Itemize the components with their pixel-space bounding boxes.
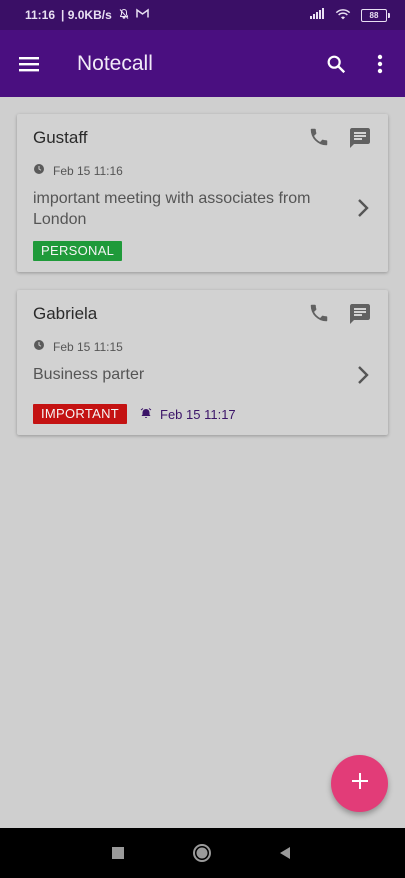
card-actions xyxy=(308,302,372,331)
chevron-right-icon[interactable] xyxy=(356,365,370,390)
status-bar: 11:16 | 9.0KB/s 88 xyxy=(0,0,405,30)
note-time: Feb 15 11:16 xyxy=(53,163,123,178)
note-card[interactable]: Gabriela Feb 15 11:15 Business parter IM… xyxy=(17,290,388,435)
search-icon[interactable] xyxy=(323,51,349,77)
category-tag: PERSONAL xyxy=(33,241,123,261)
gmail-icon xyxy=(136,8,149,22)
status-right: 88 xyxy=(310,8,390,23)
app-title: Notecall xyxy=(77,51,153,75)
reminder-time: Feb 15 11:17 xyxy=(160,406,236,422)
back-triangle-icon[interactable] xyxy=(275,843,295,863)
note-text: Business parter xyxy=(33,366,145,383)
reminder: Feb 15 11:17 xyxy=(140,404,236,424)
chevron-right-icon[interactable] xyxy=(356,198,370,223)
contact-name: Gustaff xyxy=(33,128,88,147)
app-bar: Notecall xyxy=(0,30,405,97)
status-time: 11:16 xyxy=(25,8,56,22)
note-text: important meeting with associates from L… xyxy=(33,190,311,228)
phone-icon[interactable] xyxy=(308,302,330,331)
message-icon[interactable] xyxy=(348,302,372,331)
status-speed: | 9.0KB/s xyxy=(61,8,112,22)
phone-icon[interactable] xyxy=(308,126,330,155)
alarm-icon xyxy=(140,407,152,422)
system-nav-bar xyxy=(0,828,405,878)
clock-icon xyxy=(33,339,45,354)
card-actions xyxy=(308,126,372,155)
note-timestamp: Feb 15 11:15 xyxy=(33,339,123,354)
message-icon[interactable] xyxy=(348,126,372,155)
contact-name: Gabriela xyxy=(33,304,98,323)
status-left: 11:16 | 9.0KB/s xyxy=(25,8,149,23)
bell-off-icon xyxy=(118,8,130,23)
battery-icon: 88 xyxy=(361,8,390,22)
plus-icon xyxy=(351,772,369,795)
note-time: Feb 15 11:15 xyxy=(53,339,123,354)
wifi-icon xyxy=(335,8,351,23)
clock-icon xyxy=(33,163,45,178)
note-card[interactable]: Gustaff Feb 15 11:16 important meeting w… xyxy=(17,114,388,272)
home-circle-icon[interactable] xyxy=(192,843,212,863)
more-vert-icon[interactable] xyxy=(367,51,393,77)
menu-icon[interactable] xyxy=(16,51,42,77)
note-timestamp: Feb 15 11:16 xyxy=(33,163,123,178)
add-note-button[interactable] xyxy=(331,755,388,812)
recents-square-icon[interactable] xyxy=(108,843,128,863)
category-tag: IMPORTANT xyxy=(33,404,128,424)
signal-icon xyxy=(310,8,325,22)
